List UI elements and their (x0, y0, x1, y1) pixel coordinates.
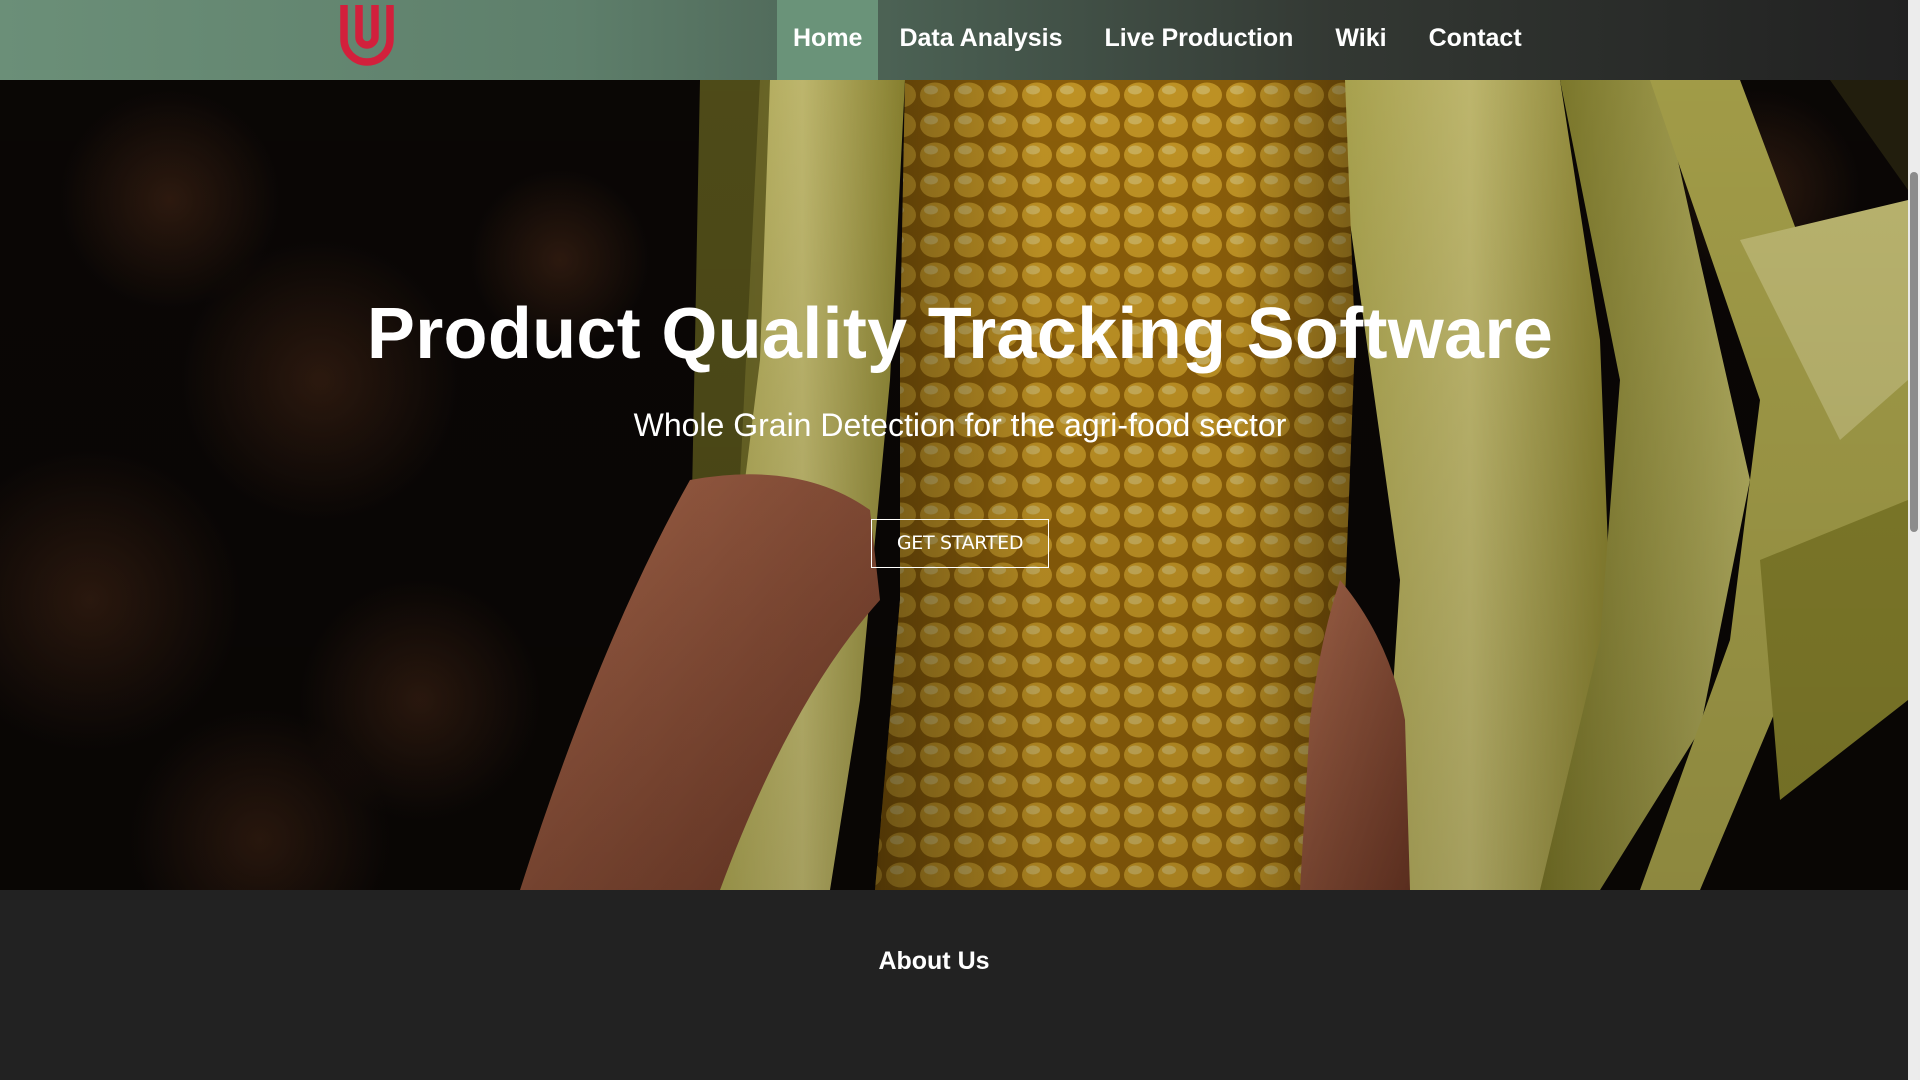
about-section: About Us (0, 890, 1908, 1080)
nav-item-live-production[interactable]: Live Production (1084, 0, 1315, 80)
u-logo-icon[interactable] (336, 3, 398, 67)
main-column: Home Data Analysis Live Production Wiki … (0, 0, 1908, 1080)
get-started-button[interactable]: GET STARTED (871, 519, 1049, 568)
nav-item-contact[interactable]: Contact (1408, 0, 1543, 80)
main-nav: Home Data Analysis Live Production Wiki … (777, 0, 1543, 80)
hero-content: Product Quality Tracking Software Whole … (0, 80, 1908, 890)
nav-item-home[interactable]: Home (777, 0, 879, 80)
nav-item-data-analysis[interactable]: Data Analysis (878, 0, 1083, 80)
page: Home Data Analysis Live Production Wiki … (0, 0, 1920, 1080)
about-heading: About Us (878, 947, 990, 975)
nav-item-wiki[interactable]: Wiki (1314, 0, 1407, 80)
hero-title: Product Quality Tracking Software (366, 294, 1554, 374)
navbar: Home Data Analysis Live Production Wiki … (0, 0, 1908, 80)
scrollbar-thumb[interactable] (1910, 172, 1918, 532)
hero-section: Product Quality Tracking Software Whole … (0, 80, 1908, 890)
hero-subtitle: Whole Grain Detection for the agri-food … (633, 407, 1287, 443)
page-scrollbar[interactable] (1908, 0, 1920, 1080)
